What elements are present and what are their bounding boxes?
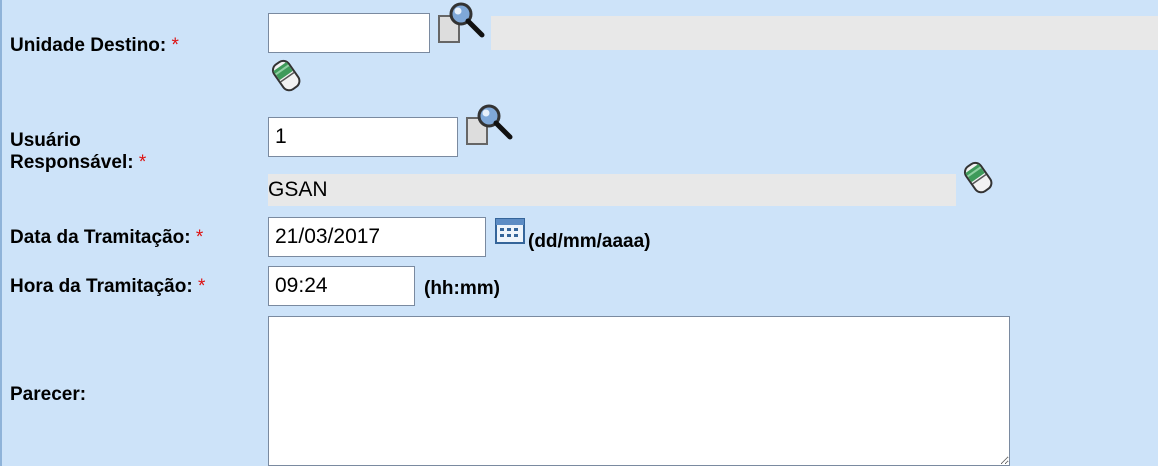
- data-format-hint: (dd/mm/aaaa): [528, 231, 651, 252]
- hora-tramitacao-label: Hora da Tramitação: *: [10, 276, 206, 297]
- unidade-search-icon[interactable]: [435, 2, 485, 46]
- unidade-destino-code-input[interactable]: [268, 13, 430, 53]
- parecer-label: Parecer:: [10, 384, 87, 405]
- calendar-icon[interactable]: [495, 218, 525, 244]
- data-tramitacao-input[interactable]: [268, 217, 486, 257]
- usuario-search-icon[interactable]: [463, 104, 513, 148]
- hora-format-hint: (hh:mm): [424, 278, 500, 299]
- usuario-name-display: GSAN: [268, 174, 956, 206]
- usuario-responsavel-label: Usuário Responsável: *: [10, 130, 147, 173]
- unidade-destino-label: Unidade Destino: *: [10, 35, 179, 56]
- parecer-textarea[interactable]: [268, 316, 1010, 466]
- hora-tramitacao-input[interactable]: [268, 266, 415, 306]
- unidade-destino-description: [491, 16, 1158, 50]
- frame-border: [0, 0, 2, 466]
- data-tramitacao-label: Data da Tramitação: *: [10, 227, 204, 248]
- usuario-eraser-icon[interactable]: [962, 160, 996, 194]
- unidade-eraser-icon[interactable]: [270, 58, 304, 92]
- usuario-code-input[interactable]: [268, 117, 458, 157]
